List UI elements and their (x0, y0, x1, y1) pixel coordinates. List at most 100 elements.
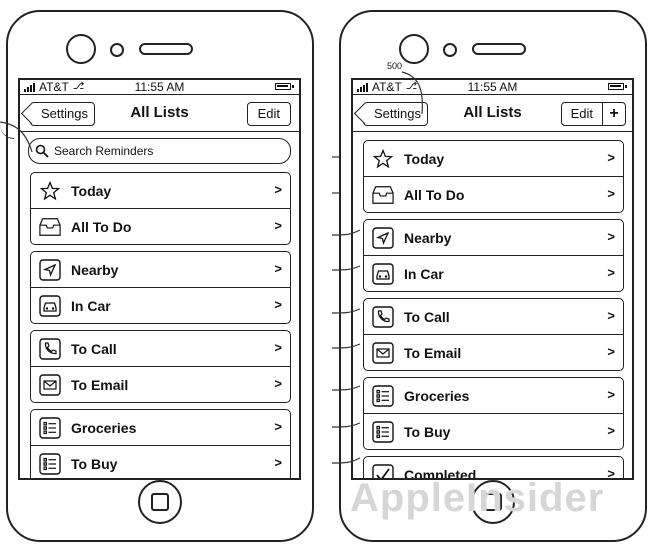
location-arrow-icon (39, 258, 61, 281)
list-item-label: To Call (404, 308, 450, 325)
speaker-grille (139, 43, 193, 55)
list-item-groceries[interactable]: Groceries > (364, 378, 623, 414)
chevron-right-icon: > (607, 344, 615, 359)
list-groups: Today > All To Do > Nearby > In Car > To Call > To… (353, 132, 632, 480)
list-group: Groceries > To Buy > (30, 409, 291, 478)
phone-right: AT&T ⎇ 11:55 AM Settings All Lists Edit … (339, 10, 647, 542)
speaker-grille (472, 43, 526, 55)
status-time: 11:55 AM (134, 80, 185, 94)
home-button[interactable] (138, 480, 182, 524)
list-group: Groceries > To Buy > (363, 377, 624, 450)
screen-left: AT&T ⎇ 11:55 AM Settings All Lists Edit … (18, 78, 301, 480)
phone-left: AT&T ⎇ 11:55 AM Settings All Lists Edit … (6, 10, 314, 542)
edit-button[interactable]: Edit (246, 102, 291, 126)
car-icon (372, 262, 394, 285)
search-bar[interactable] (28, 138, 291, 164)
list-item-label: To Email (404, 344, 462, 361)
envelope-icon (372, 341, 394, 364)
list-item-label: All To Do (71, 218, 132, 235)
status-bar: AT&T ⎇ 11:55 AM (353, 80, 632, 95)
list-item-label: Nearby (71, 261, 119, 278)
watermark: AppleInsider (350, 476, 605, 520)
chevron-right-icon: > (274, 261, 282, 276)
list-item-label: Today (404, 150, 445, 167)
envelope-icon (39, 373, 61, 396)
list-item-label: Groceries (71, 419, 137, 436)
list-item-label: All To Do (404, 186, 465, 203)
list-item-to-email[interactable]: To Email > (364, 335, 623, 370)
chevron-right-icon: > (274, 340, 282, 355)
list-item-label: In Car (71, 297, 111, 314)
battery-icon (275, 83, 294, 90)
edit-button[interactable]: Edit (562, 103, 603, 125)
list-icon (39, 416, 61, 439)
add-list-button[interactable]: + (603, 103, 625, 125)
list-icon (372, 384, 394, 407)
list-group: Nearby > In Car > (363, 219, 624, 292)
list-item-groceries[interactable]: Groceries > (31, 410, 290, 446)
list-item-in-car[interactable]: In Car > (364, 256, 623, 291)
callout-line (0, 121, 33, 153)
list-item-to-call[interactable]: To Call > (31, 331, 290, 367)
chevron-right-icon: > (607, 150, 615, 165)
chevron-right-icon: > (607, 186, 615, 201)
chevron-right-icon: > (607, 423, 615, 438)
inbox-tray-icon (39, 216, 61, 238)
chevron-right-icon: > (607, 265, 615, 280)
chevron-right-icon: > (607, 466, 615, 480)
status-bar: AT&T ⎇ 11:55 AM (20, 80, 299, 95)
battery-icon (608, 83, 627, 90)
search-icon (35, 144, 49, 158)
list-item-label: Nearby (404, 229, 452, 246)
chevron-right-icon: > (607, 308, 615, 323)
list-icon (39, 452, 61, 475)
list-item-today[interactable]: Today > (31, 173, 290, 209)
search-input[interactable] (54, 144, 254, 158)
list-group: Nearby > In Car > (30, 251, 291, 324)
list-item-all-to-do[interactable]: All To Do > (364, 177, 623, 212)
screen-right: AT&T ⎇ 11:55 AM Settings All Lists Edit … (351, 78, 634, 480)
sensor-icon (443, 43, 457, 57)
chevron-right-icon: > (274, 297, 282, 312)
list-item-nearby[interactable]: Nearby > (31, 252, 290, 288)
list-item-label: In Car (404, 265, 444, 282)
list-item-label: To Email (71, 376, 129, 393)
star-icon (372, 148, 394, 170)
status-time: 11:55 AM (467, 80, 518, 94)
list-item-label: To Buy (71, 455, 118, 472)
list-item-label: Today (71, 182, 112, 199)
inbox-tray-icon (372, 184, 394, 206)
list-groups: Today > All To Do > Nearby > In Car > To Call > To… (20, 164, 299, 478)
list-item-in-car[interactable]: In Car > (31, 288, 290, 323)
list-item-label: To Call (71, 340, 117, 357)
list-item-to-call[interactable]: To Call > (364, 299, 623, 335)
chevron-right-icon: > (274, 376, 282, 391)
list-item-label: Groceries (404, 387, 470, 404)
chevron-right-icon: > (274, 218, 282, 233)
location-arrow-icon (372, 226, 394, 249)
list-item-nearby[interactable]: Nearby > (364, 220, 623, 256)
chevron-right-icon: > (607, 387, 615, 402)
list-item-to-email[interactable]: To Email > (31, 367, 290, 402)
list-item-label: To Buy (404, 423, 451, 440)
star-icon (39, 180, 61, 202)
list-item-to-buy[interactable]: To Buy > (364, 414, 623, 449)
phone-icon (372, 305, 394, 328)
list-item-today[interactable]: Today > (364, 141, 623, 177)
chevron-right-icon: > (274, 419, 282, 434)
camera-icon (399, 34, 429, 64)
list-group: To Call > To Email > (363, 298, 624, 371)
callout-lines (331, 156, 361, 464)
list-group: Today > All To Do > (363, 140, 624, 213)
camera-icon (66, 34, 96, 64)
list-group: Today > All To Do > (30, 172, 291, 245)
nav-bar: Settings All Lists Edit (20, 95, 299, 132)
reference-leader-line (401, 71, 423, 115)
list-item-all-to-do[interactable]: All To Do > (31, 209, 290, 244)
list-group: To Call > To Email > (30, 330, 291, 403)
chevron-right-icon: > (274, 182, 282, 197)
list-item-to-buy[interactable]: To Buy > (31, 446, 290, 478)
nav-bar: Settings All Lists Edit + (353, 95, 632, 132)
list-icon (372, 420, 394, 443)
chevron-right-icon: > (607, 229, 615, 244)
